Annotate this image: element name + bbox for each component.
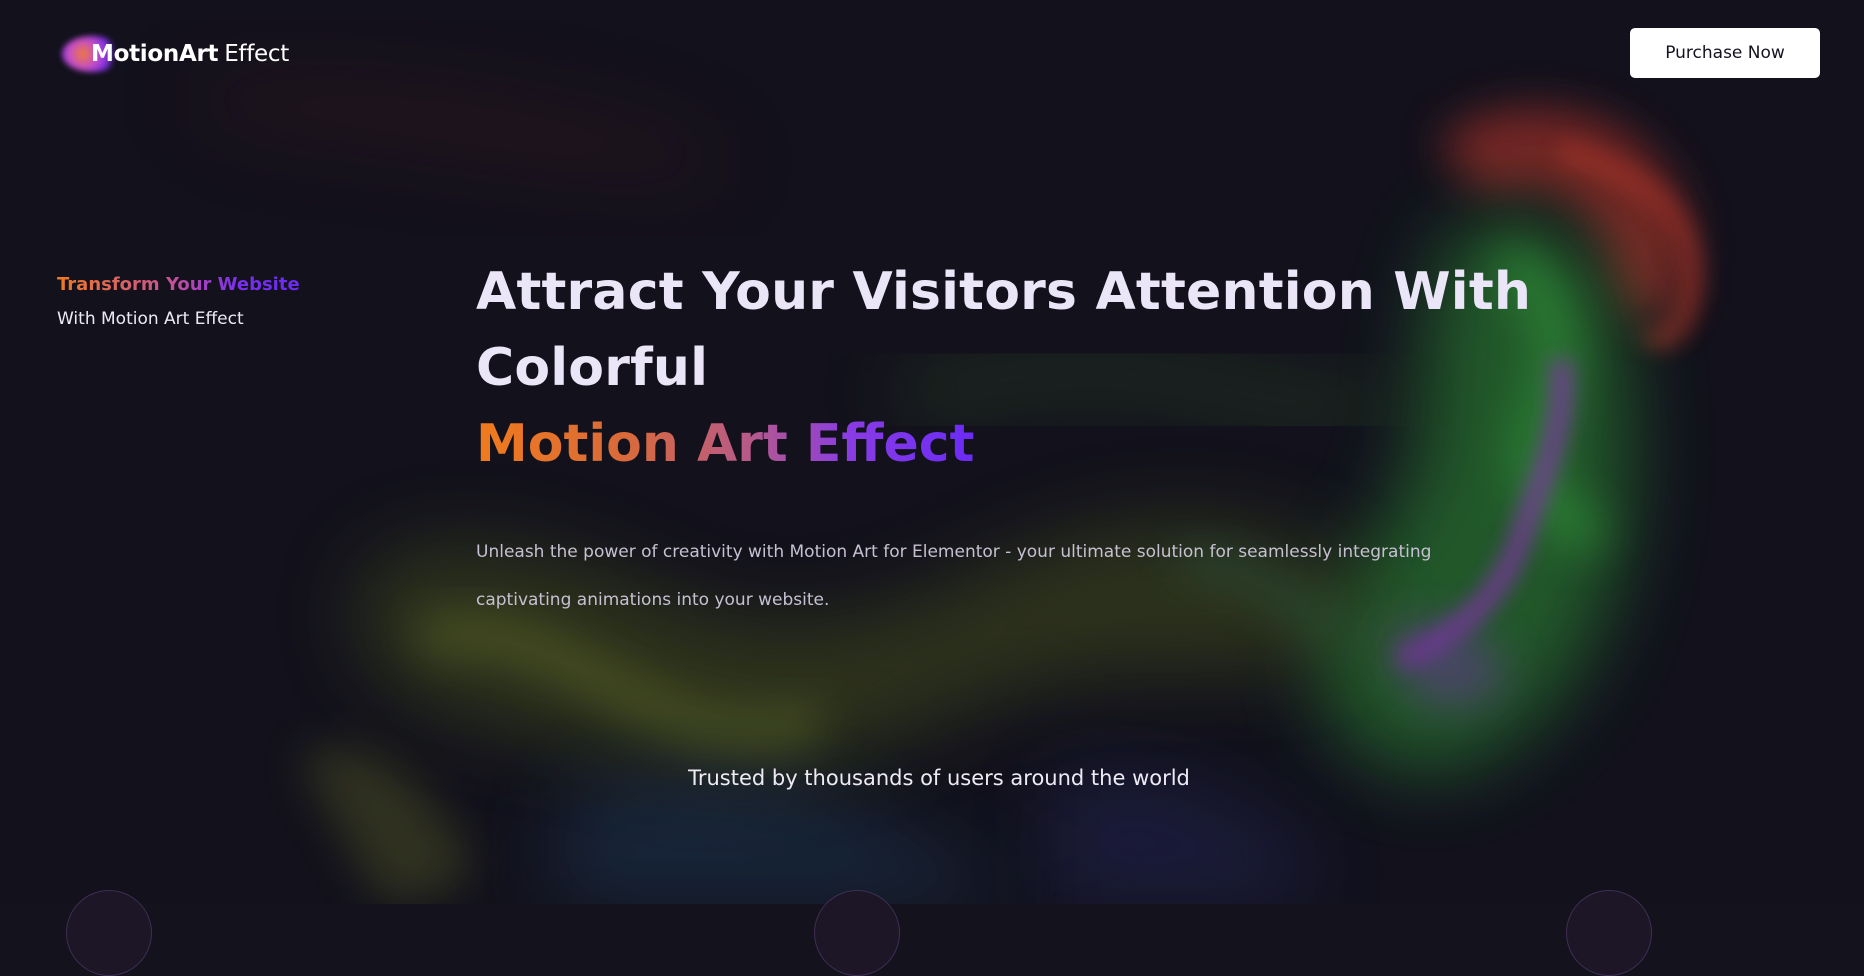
hero-section: Attract Your Visitors Attention With Col… [476, 254, 1596, 624]
trusted-text: Trusted by thousands of users around the… [688, 766, 1190, 790]
logo-text-bold: MotionArt [91, 41, 219, 67]
hero-title-line2: Colorful [476, 338, 709, 398]
avatar [66, 890, 152, 976]
side-tagline-heading: Transform Your Website [57, 274, 300, 295]
purchase-now-button[interactable]: Purchase Now [1630, 28, 1820, 78]
avatar [1566, 890, 1652, 976]
logo-text-light: Effect [224, 41, 289, 67]
avatar [814, 890, 900, 976]
hero-title: Attract Your Visitors Attention With Col… [476, 254, 1596, 406]
side-tagline-subheading: With Motion Art Effect [57, 309, 244, 329]
hero-title-line1: Attract Your Visitors Attention With [476, 262, 1532, 322]
hero-title-accent: Motion Art Effect [476, 406, 974, 482]
site-header: MotionArt Effect Purchase Now [0, 0, 1864, 106]
hero-description: Unleash the power of creativity with Mot… [476, 542, 1432, 610]
logo[interactable]: MotionArt Effect [62, 34, 289, 74]
logo-text: MotionArt Effect [91, 41, 289, 67]
side-tagline: Transform Your Website With Motion Art E… [57, 274, 300, 329]
